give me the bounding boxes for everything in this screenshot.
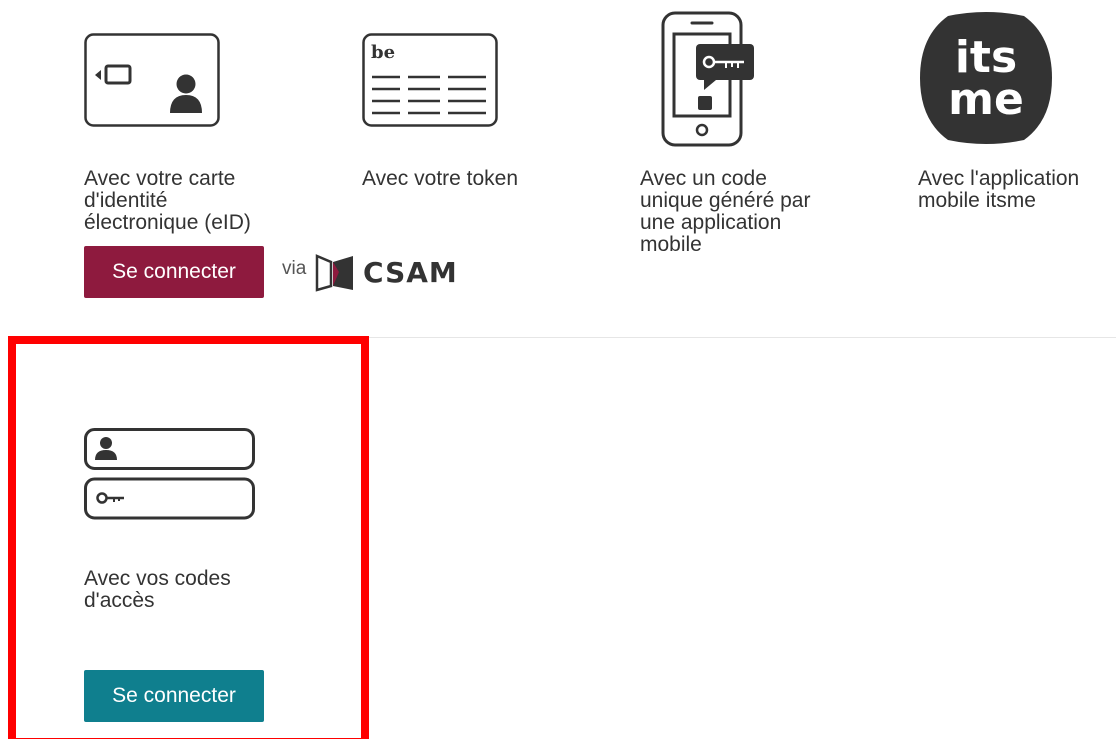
eid-card-icon	[84, 33, 220, 132]
access-codes-button-wrap: Se connecter	[84, 670, 264, 722]
itsme-logo: its me	[918, 10, 1054, 151]
mobile-key-icon	[660, 10, 760, 155]
token-card-text: be	[371, 42, 395, 63]
eid-connect-button-wrap: Se connecter	[84, 246, 264, 298]
itsme-logo-bottom: me	[948, 74, 1024, 125]
token-option-label: Avec votre token	[362, 167, 519, 190]
login-options-page: Avec votre carte d'identité électronique…	[0, 0, 1116, 739]
eid-option-label: Avec votre carte d'identité électronique…	[84, 167, 251, 234]
token-option: Avec votre token	[362, 168, 592, 190]
access-codes-icon	[84, 428, 256, 527]
csam-logo: CSAM	[315, 252, 458, 292]
section-divider	[360, 337, 1116, 338]
itsme-option: Avec l'application mobile itsme	[918, 168, 1116, 212]
access-codes-connect-button[interactable]: Se connecter	[84, 670, 264, 722]
access-codes-option-label: Avec vos codes d'accès	[84, 567, 231, 612]
itsme-option-label: Avec l'application mobile itsme	[918, 167, 1080, 212]
eid-option: Avec votre carte d'identité électronique…	[84, 168, 324, 234]
csam-label: CSAM	[363, 255, 458, 289]
app-code-option: Avec un code unique généré par une appli…	[640, 168, 870, 256]
token-card-icon: be	[362, 33, 498, 132]
via-label: via	[282, 258, 307, 279]
csam-emblem-icon	[315, 254, 353, 292]
app-code-option-label: Avec un code unique généré par une appli…	[640, 167, 811, 256]
eid-connect-button[interactable]: Se connecter	[84, 246, 264, 298]
access-codes-option: Avec vos codes d'accès	[84, 568, 324, 612]
